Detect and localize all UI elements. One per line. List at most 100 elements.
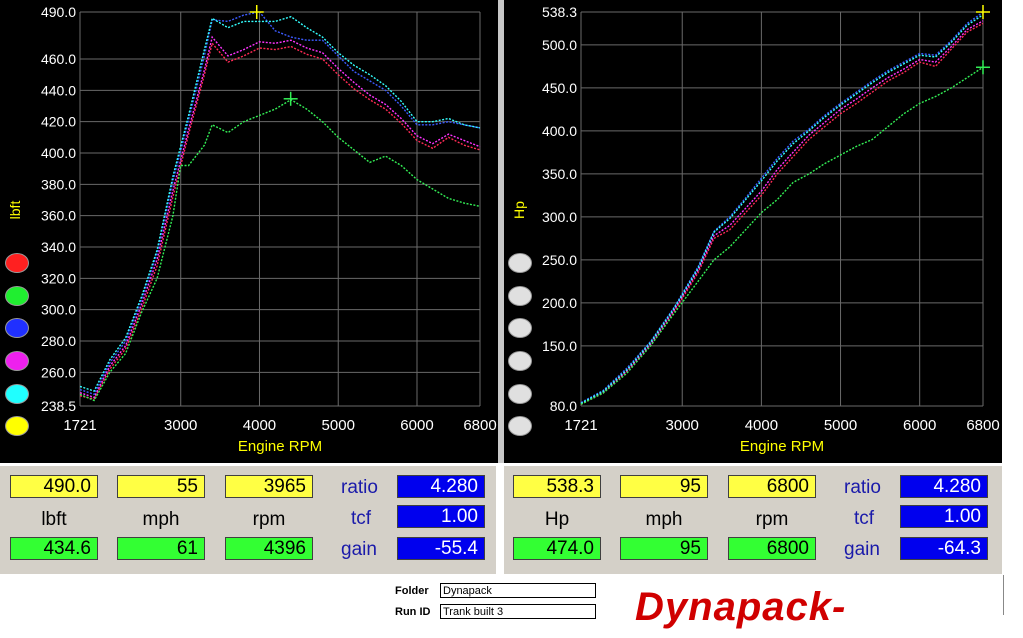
series-toggle-icon[interactable] [508,318,532,338]
x-tick-label: 6800 [463,417,496,434]
tcf-label: tcf [854,508,875,529]
run-id-field[interactable]: Trank built 3 [440,604,596,619]
folder-field[interactable]: Dynapack [440,583,596,598]
green-series-toggle-icon[interactable] [5,286,29,306]
gain-value: -64.3 [900,537,988,560]
footer: Folder Dynapack Run ID Trank built 3 [0,575,1023,638]
y-tick-label: 400.0 [542,123,577,139]
y-tick-label: 538.3 [542,4,577,20]
ratio-label: ratio [341,477,378,498]
gain-label: gain [844,539,880,560]
series-toggle-icon[interactable] [508,286,532,306]
cursor-mph-value: 95 [620,537,708,560]
power-chart-panel: 1721 3000 4000 5000 6000 6800 538.3 500.0 450.0 4… [504,0,1002,463]
dynapack-logo: Dynapack- [635,585,847,629]
series-toggle-icon[interactable] [508,384,532,404]
y-tick-label: 450.0 [542,80,577,96]
cyan-series-line [79,15,481,392]
cyan-series-line [580,14,984,405]
peak-hp-value: 538.3 [513,475,601,498]
y-tick-label: 300.0 [41,302,76,318]
folder-label: Folder [395,585,429,597]
x-axis-label: Engine RPM [238,438,322,455]
x-tick-label: 5000 [824,417,857,434]
cursor-hp-value: 474.0 [513,537,601,560]
ratio-value: 4.280 [397,475,485,498]
y-tick-label: 490.0 [41,4,76,20]
x-tick-label: 1721 [63,417,96,434]
x-tick-label: 1721 [564,417,597,434]
ratio-value: 4.280 [900,475,988,498]
peak-mph-value: 55 [117,475,205,498]
series-toggle-icon[interactable] [508,351,532,371]
y-tick-label: 250.0 [542,252,577,268]
x-tick-label: 6000 [903,417,936,434]
y-tick-label: 380.0 [41,176,76,192]
series-toggle-icon[interactable] [508,253,532,273]
x-tick-label: 3000 [164,417,197,434]
torque-readout-panel: 490.0 55 3965 lbft mph rpm 434.6 61 4396… [0,465,496,574]
cursor-lbft-value: 434.6 [10,537,98,560]
peak-rpm-value: 6800 [728,475,816,498]
magenta-series-toggle-icon[interactable] [5,351,29,371]
x-tick-label: 4000 [243,417,276,434]
y-axis-label: Hp [511,201,527,219]
x-axis-label: Engine RPM [740,438,824,455]
cursor-rpm-value: 6800 [728,537,816,560]
y-tick-label: 360.0 [41,208,76,224]
cyan-series-toggle-icon[interactable] [5,384,29,404]
rpm-label: rpm [252,509,286,530]
mph-label: mph [645,509,683,530]
hp-label: Hp [544,509,570,530]
rpm-label: rpm [755,509,789,530]
blue-series-line [79,11,481,396]
x-tick-label: 4000 [745,417,778,434]
y-tick-label: 260.0 [41,364,76,380]
peak-mph-value: 95 [620,475,708,498]
x-tick-label: 6000 [400,417,433,434]
y-tick-label: 420.0 [41,114,76,130]
y-tick-label: 460.0 [41,51,76,67]
lbft-label: lbft [41,509,67,530]
footer-divider [1003,575,1004,615]
ratio-label: ratio [844,477,881,498]
y-tick-label: 150.0 [542,338,577,354]
x-tick-label: 6800 [966,417,999,434]
y-tick-label: 440.0 [41,82,76,98]
peak-lbft-value: 490.0 [10,475,98,498]
y-tick-label: 340.0 [41,239,76,255]
y-axis-label: lbft [7,201,23,220]
y-tick-label: 80.0 [550,398,577,414]
green-series-line [79,98,481,402]
gain-label: gain [341,539,377,560]
yellow-series-toggle-icon[interactable] [5,416,29,436]
y-tick-label: 280.0 [41,333,76,349]
blue-series-line [580,11,984,404]
x-tick-label: 5000 [322,417,355,434]
cursor-mph-value: 61 [117,537,205,560]
y-tick-label: 400.0 [41,145,76,161]
peak-rpm-value: 3965 [225,475,313,498]
cursor-rpm-value: 4396 [225,537,313,560]
y-tick-label: 500.0 [542,37,577,53]
y-tick-label: 238.5 [41,398,76,414]
magenta-series-line [79,35,481,399]
series-toggle-icon[interactable] [508,416,532,436]
run-id-label: Run ID [395,606,431,618]
red-series-toggle-icon[interactable] [5,253,29,273]
power-readout-panel: 538.3 95 6800 Hp mph rpm 474.0 95 6800 r… [504,465,1002,574]
tcf-value: 1.00 [397,505,485,528]
y-tick-label: 300.0 [542,209,577,225]
power-chart: 1721 3000 4000 5000 6000 6800 538.3 500.0 450.0 4… [511,4,1000,455]
y-tick-label: 320.0 [41,270,76,286]
y-tick-label: 200.0 [542,295,577,311]
tcf-value: 1.00 [900,505,988,528]
blue-series-toggle-icon[interactable] [5,318,29,338]
mph-label: mph [142,509,180,530]
y-tick-label: 350.0 [542,166,577,182]
tcf-label: tcf [351,508,372,529]
red-series-line [580,22,984,405]
torque-chart: 1721 3000 4000 5000 6000 6800 490.0 460.0 440.0 4… [7,4,497,455]
gain-value: -55.4 [397,537,485,560]
red-series-line [79,41,481,400]
